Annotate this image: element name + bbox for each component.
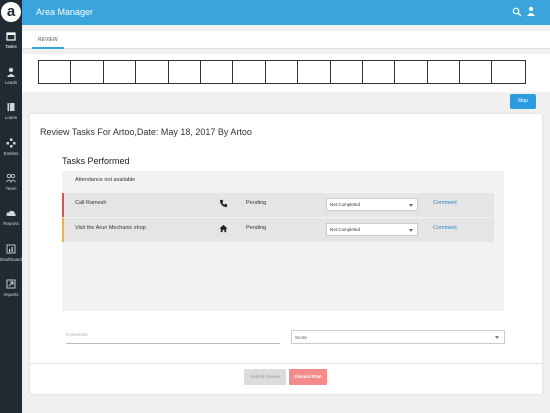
tab-bar: REVIEW: [22, 31, 550, 49]
chevron-down-icon: [409, 229, 413, 232]
discard-plan-button[interactable]: Discard Plan: [289, 369, 327, 385]
sidebar-item-reports[interactable]: Reports: [0, 208, 22, 240]
app-title: Area Manager: [36, 7, 94, 17]
sidebar-item-tasks[interactable]: Tasks: [0, 31, 22, 63]
completion-select-value: Not Completed: [330, 202, 361, 207]
sidebar-item-loans[interactable]: Loans: [0, 102, 22, 134]
sidebar-item-label: Team: [5, 186, 17, 191]
tasks-performed-title: Tasks Performed: [62, 156, 130, 166]
date-strip: [22, 54, 550, 92]
sidebar-item-dashboard[interactable]: Dashboard: [0, 244, 22, 276]
sidebar-item-imports[interactable]: Imports: [0, 279, 22, 311]
sidebar-item-team[interactable]: Team: [0, 173, 22, 205]
import-icon: [6, 279, 16, 289]
entities-icon: [6, 138, 16, 148]
book-icon: [7, 103, 15, 111]
sidebar-item-label: Entities: [3, 151, 19, 156]
sidebar-item-leads[interactable]: Leads: [0, 67, 22, 99]
person-icon: [7, 67, 15, 77]
date-cell[interactable]: [169, 61, 201, 83]
map-button[interactable]: Map: [510, 94, 536, 109]
date-cell[interactable]: [39, 61, 72, 83]
comment-link[interactable]: Comment: [433, 200, 457, 206]
date-cell[interactable]: [395, 61, 428, 83]
cloud-icon: [6, 210, 16, 216]
sidebar: a Tasks Leads Loans Entities Team Report…: [0, 0, 22, 413]
date-cell[interactable]: [104, 61, 137, 83]
task-name: Call Ramesh: [75, 200, 107, 206]
chevron-down-icon: [409, 204, 413, 207]
task-name: Visit the Arun Mechanic shop: [75, 225, 146, 231]
review-card: Review Tasks For Artoo,Date: May 18, 201…: [30, 114, 542, 394]
comment-link[interactable]: Comment: [433, 225, 457, 231]
completion-select-value: Not Completed: [330, 227, 361, 232]
comments-placeholder: Comments: [66, 332, 88, 337]
app-logo[interactable]: a: [1, 2, 21, 22]
date-cell[interactable]: [71, 61, 104, 83]
submit-review-button[interactable]: Submit Review: [244, 369, 286, 385]
dashboard-icon: [6, 244, 16, 254]
task-row: Visit the Arun Mechanic shop Pending Not…: [62, 218, 494, 242]
home-icon: [219, 224, 228, 233]
completion-select[interactable]: Not Completed: [326, 223, 418, 236]
sidebar-item-label: Dashboard: [0, 257, 23, 262]
phone-icon: [219, 199, 228, 208]
completion-select[interactable]: Not Completed: [326, 198, 418, 211]
date-cell[interactable]: [201, 61, 234, 83]
date-cells: [38, 60, 526, 84]
score-select[interactable]: Score: [291, 330, 505, 344]
tab-review[interactable]: REVIEW: [32, 31, 64, 49]
team-icon: [6, 173, 16, 183]
sidebar-item-label: Reports: [3, 221, 19, 226]
date-cell[interactable]: [331, 61, 363, 83]
date-cell[interactable]: [363, 61, 396, 83]
date-cell[interactable]: [492, 61, 524, 83]
date-cell[interactable]: [266, 61, 299, 83]
calendar-icon: [6, 32, 16, 41]
task-row: Call Ramesh Pending Not Completed Commen…: [62, 193, 494, 217]
task-status: Pending: [246, 225, 267, 231]
comments-input[interactable]: Comments: [66, 328, 280, 344]
sidebar-item-label: Loans: [4, 115, 18, 120]
date-cell[interactable]: [298, 61, 331, 83]
tasks-panel: Attendance not available Call Ramesh Pen…: [62, 171, 504, 311]
attendance-text: Attendance not available: [75, 177, 136, 183]
date-cell[interactable]: [233, 61, 266, 83]
chevron-down-icon: [495, 336, 499, 339]
app-header: Area Manager: [22, 0, 550, 25]
date-cell[interactable]: [460, 61, 493, 83]
sidebar-item-entities[interactable]: Entities: [0, 138, 22, 170]
user-icon[interactable]: [526, 6, 536, 16]
search-icon[interactable]: [512, 7, 522, 17]
task-status: Pending: [246, 200, 267, 206]
sidebar-item-label: Imports: [3, 292, 19, 297]
score-select-value: Score: [295, 335, 307, 340]
divider: [30, 363, 542, 364]
sidebar-item-label: Tasks: [5, 44, 17, 49]
review-title: Review Tasks For Artoo,Date: May 18, 201…: [40, 127, 252, 137]
date-cell[interactable]: [136, 61, 169, 83]
sidebar-item-label: Leads: [4, 80, 18, 85]
date-cell[interactable]: [428, 61, 461, 83]
